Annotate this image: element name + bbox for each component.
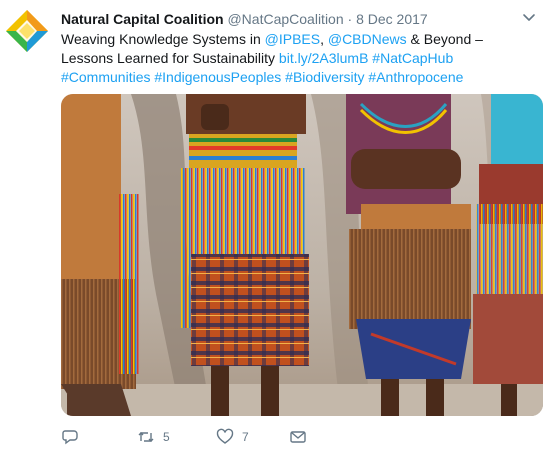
mention-cbdnews[interactable]: @CBDNews	[328, 31, 407, 47]
text-segment: ,	[320, 31, 328, 47]
direct-message-button[interactable]	[289, 428, 307, 446]
diamond-logo-icon	[6, 10, 48, 52]
tweet-text: Weaving Knowledge Systems in @IPBES, @CB…	[61, 30, 501, 87]
separator-dot: ·	[347, 11, 353, 27]
retweet-button[interactable]: 5	[137, 428, 170, 446]
reply-button[interactable]	[61, 428, 79, 446]
avatar[interactable]	[4, 8, 50, 54]
reply-icon	[62, 430, 78, 445]
heart-icon	[216, 428, 234, 444]
photo-illustration	[61, 94, 543, 416]
short-url-link[interactable]: bit.ly/2A3lumB	[279, 50, 368, 66]
tweet-header: Natural Capital Coalition @NatCapCoaliti…	[61, 10, 428, 28]
hashtag-biodiversity[interactable]: #Biodiversity	[285, 69, 364, 85]
tweet-card[interactable]: Natural Capital Coalition @NatCapCoaliti…	[0, 0, 550, 452]
text-segment: Weaving Knowledge Systems in	[61, 31, 265, 47]
hashtag-anthropocene[interactable]: #Anthropocene	[368, 69, 463, 85]
hashtag-communities[interactable]: #Communities	[61, 69, 150, 85]
mail-icon	[290, 431, 306, 443]
hashtag-indigenouspeoples[interactable]: #IndigenousPeoples	[154, 69, 281, 85]
retweet-icon	[138, 432, 154, 442]
like-count: 7	[242, 430, 249, 444]
tweet-actions: 5 7	[61, 428, 361, 448]
mention-ipbes[interactable]: @IPBES	[265, 31, 320, 47]
tweet-date[interactable]: 8 Dec 2017	[356, 11, 428, 27]
author-handle[interactable]: @NatCapCoalition	[227, 11, 343, 27]
chevron-down-icon[interactable]	[522, 10, 536, 24]
author-name[interactable]: Natural Capital Coalition	[61, 11, 224, 27]
retweet-count: 5	[163, 430, 170, 444]
hashtag-natcaphub[interactable]: #NatCapHub	[372, 50, 453, 66]
like-button[interactable]: 7	[216, 428, 249, 446]
tweet-photo[interactable]	[61, 94, 543, 416]
